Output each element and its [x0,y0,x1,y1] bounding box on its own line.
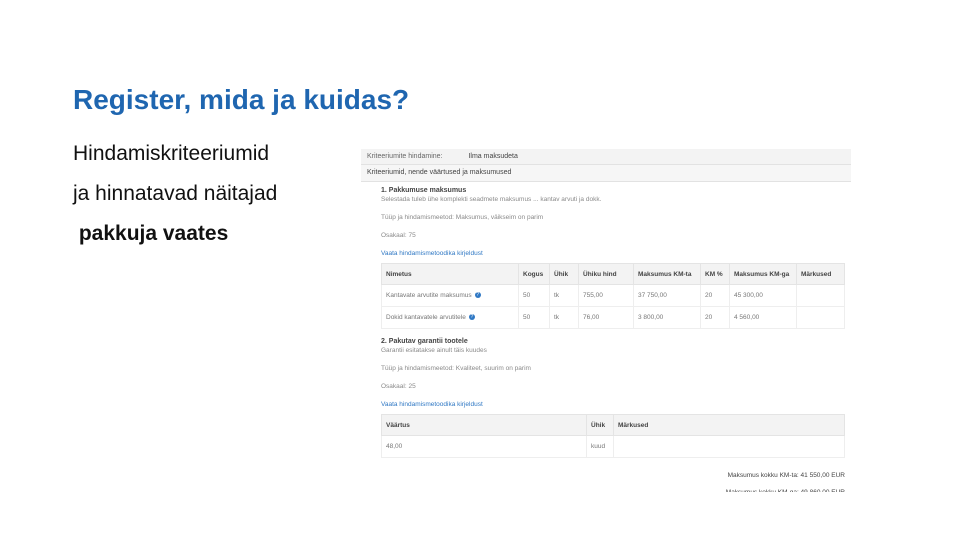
cell-vat-percent: 20 [700,306,730,329]
evaluation-mode-value[interactable]: Ilma maksudeta [468,153,517,160]
cell-cost-excl-vat: 37 750,00 [633,284,701,307]
col-vat-percent: KM % [700,263,730,285]
total-incl-vat: Maksumus kokku KM-ga: 49 860,00 EUR [361,484,845,492]
embedded-screenshot: Kriteeriumite hindamine: Ilma maksudeta … [361,149,851,492]
cell-quantity: 50 [518,306,550,329]
criteria-content: 1. Pakkumuse maksumus Selestada tuleb üh… [361,186,851,458]
section-title: Kriteeriumid, nende väärtused ja maksumu… [361,165,851,182]
table-header-row: Nimetus Kogus Ühik Ühiku hind Maksumus K… [381,263,845,285]
cell-unit: tk [549,306,579,329]
criterion-2-title: 2. Pakutav garantii tootele [381,338,468,345]
col-name: Nimetus [381,263,519,285]
criterion-1-method: Tüüp ja hindamismeetod: Maksumus, väikse… [381,214,544,221]
cell-quantity: 50 [518,284,550,307]
criterion-1-cost-table: Nimetus Kogus Ühik Ühiku hind Maksumus K… [381,263,845,329]
criterion-1-title: 1. Pakkumuse maksumus [381,187,467,194]
cell-name: Dokid kantavatele arvutitele? [381,306,519,329]
slide-body-line-3: pakkuja vaates [73,222,229,245]
col-notes: Märkused [796,263,845,285]
col-cost-excl-vat: Maksumus KM-ta [633,263,701,285]
criterion-2-value-table: Väärtus Ühik Märkused 48,00 kuud [381,414,845,458]
cell-name: Kantavate arvutite maksumus? [381,284,519,307]
cell-notes [796,284,845,307]
table-row: 48,00 kuud [381,435,845,458]
question-circle-icon[interactable]: ? [468,314,475,321]
col-value: Väärtus [381,414,587,436]
cell-unit: kuud [586,435,614,458]
col-unit-price: Ühiku hind [578,263,634,285]
cell-name-text: Kantavate arvutite maksumus [386,292,472,299]
criterion-2-methodology-link[interactable]: Vaata hindamismetoodika kirjeldust [381,400,845,409]
cell-cost-incl-vat: 45 300,00 [729,284,797,307]
cell-notes [613,435,845,458]
table-header-row: Väärtus Ühik Märkused [381,414,845,436]
criterion-2-description: Garantii esitatakse ainult täis kuudes [381,347,487,354]
question-circle-icon[interactable]: ? [474,292,481,299]
criterion-1-methodology-link[interactable]: Vaata hindamismetoodika kirjeldust [381,249,845,258]
table-row: Dokid kantavatele arvutitele? 50 tk 76,0… [381,306,845,329]
cell-unit-price: 76,00 [578,306,634,329]
col-notes: Märkused [613,414,845,436]
evaluation-mode-label: Kriteeriumite hindamine: [367,153,443,160]
criterion-2-method: Tüüp ja hindamismeetod: Kvaliteet, suuri… [381,365,531,372]
cell-notes [796,306,845,329]
slide-body-line-2: ja hinnatavad näitajad [73,182,278,205]
slide-body-line-1: Hindamiskriteeriumid [73,142,270,165]
slide-title: Register, mida ja kuidas? [73,84,410,115]
cell-vat-percent: 20 [700,284,730,307]
evaluation-mode-bar: Kriteeriumite hindamine: Ilma maksudeta [361,149,851,165]
col-quantity: Kogus [518,263,550,285]
total-excl-vat: Maksumus kokku KM-ta: 41 550,00 EUR [727,472,845,479]
totals-block: Maksumus kokku KM-ta: 41 550,00 EUR Maks… [361,467,851,492]
criterion-1-share: Osakaal: 75 [381,232,416,239]
criterion-1-description: Selestada tuleb ühe komplekti seadmete m… [381,196,602,203]
criterion-2-share: Osakaal: 25 [381,383,416,390]
col-cost-incl-vat: Maksumus KM-ga [729,263,797,285]
cell-cost-incl-vat: 4 560,00 [729,306,797,329]
col-unit: Ühik [549,263,579,285]
cell-unit: tk [549,284,579,307]
slide-body: Hindamiskriteeriumid ja hinnatavad näita… [73,134,363,254]
cell-unit-price: 755,00 [578,284,634,307]
table-row: Kantavate arvutite maksumus? 50 tk 755,0… [381,284,845,307]
cell-name-text: Dokid kantavatele arvutitele [386,314,466,321]
cell-cost-excl-vat: 3 800,00 [633,306,701,329]
col-unit: Ühik [586,414,614,436]
cell-value: 48,00 [381,435,587,458]
